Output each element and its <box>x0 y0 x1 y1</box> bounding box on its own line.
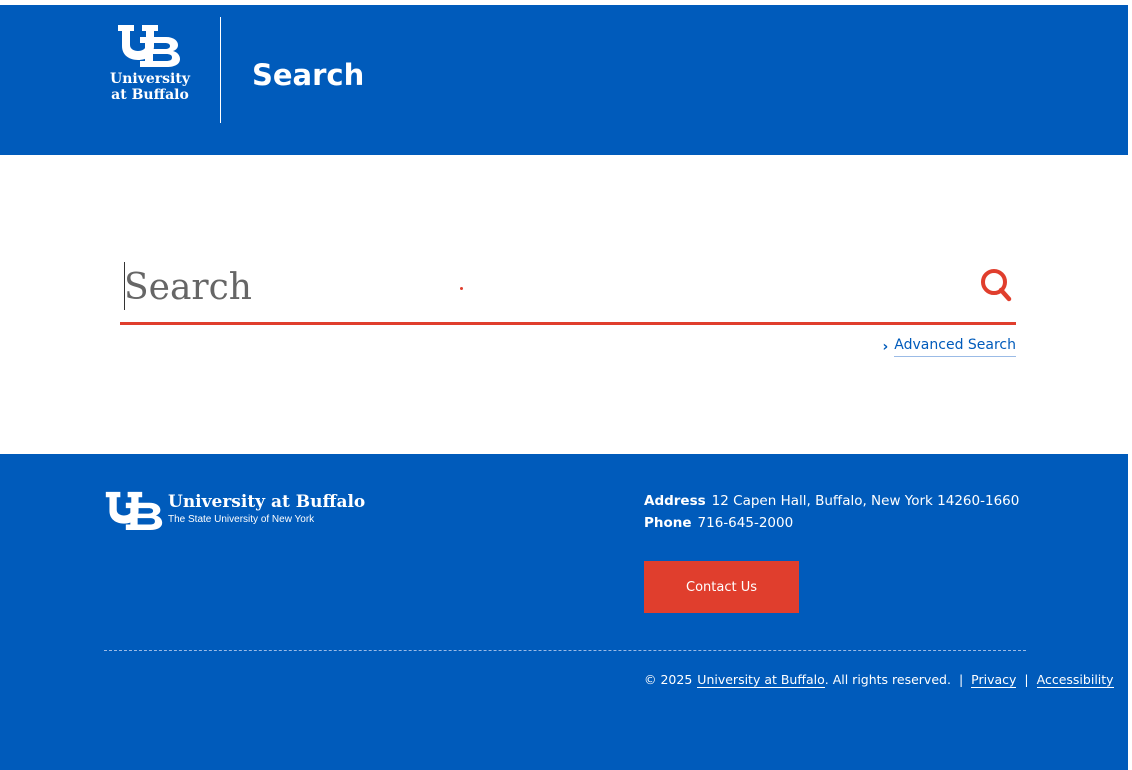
ub-logo-icon <box>118 25 180 67</box>
search-bar <box>120 256 1016 325</box>
contact-us-button[interactable]: Contact Us <box>644 561 799 613</box>
address-value: 12 Capen Hall, Buffalo, New York 14260-1… <box>711 493 1020 509</box>
legal-line: © 2025 University at Buffalo. All rights… <box>644 672 1114 688</box>
ub-home-link[interactable]: University at Buffalo <box>697 672 825 688</box>
page: University at Buffalo Search › Advanced … <box>0 0 1132 770</box>
separator-1: | <box>958 672 964 687</box>
ub-logo-link[interactable]: University at Buffalo <box>104 23 200 123</box>
ub-logo-wordmark: University at Buffalo <box>104 71 196 103</box>
search-icon <box>981 269 1012 302</box>
site-footer: University at Buffalo The State Universi… <box>0 454 1128 770</box>
privacy-link[interactable]: Privacy <box>971 672 1017 688</box>
footer-ub-logo-icon <box>105 491 163 530</box>
separator-2: | <box>1024 672 1029 687</box>
phone-label: Phone <box>644 515 692 531</box>
copyright-owner: University at Buffalo. All rights reserv… <box>697 672 951 688</box>
contact-info: Address 12 Capen Hall, Buffalo, New York … <box>644 490 1019 534</box>
accessibility-link[interactable]: Accessibility <box>1036 672 1114 688</box>
page-title: Search <box>252 58 365 92</box>
search-input[interactable] <box>120 256 960 318</box>
site-header: University at Buffalo Search <box>0 5 1128 155</box>
chevron-right-icon: › <box>882 338 889 355</box>
advanced-search-label: Advanced Search <box>894 336 1016 357</box>
copyright-text: © 2025 <box>644 672 693 687</box>
rights-text: . All rights reserved. <box>824 672 951 687</box>
search-button[interactable] <box>976 262 1016 306</box>
footer-logo-link[interactable]: University at Buffalo The State Universi… <box>104 490 366 536</box>
address-row: Address 12 Capen Hall, Buffalo, New York … <box>644 490 1019 512</box>
footer-logo-subtitle: The State University of New York <box>168 514 315 525</box>
address-label: Address <box>644 493 706 509</box>
logo-line-2: at Buffalo <box>111 87 189 103</box>
header-divider <box>220 17 221 123</box>
phone-value: 716-645-2000 <box>697 515 794 531</box>
phone-row: Phone 716-645-2000 <box>644 512 1019 534</box>
logo-line-1: University <box>110 71 190 87</box>
text-caret <box>124 262 125 310</box>
footer-divider <box>104 650 1026 651</box>
advanced-search-link[interactable]: › Advanced Search <box>883 336 1016 357</box>
cursor-dot <box>460 287 463 290</box>
footer-logo-name: University at Buffalo <box>168 492 366 512</box>
